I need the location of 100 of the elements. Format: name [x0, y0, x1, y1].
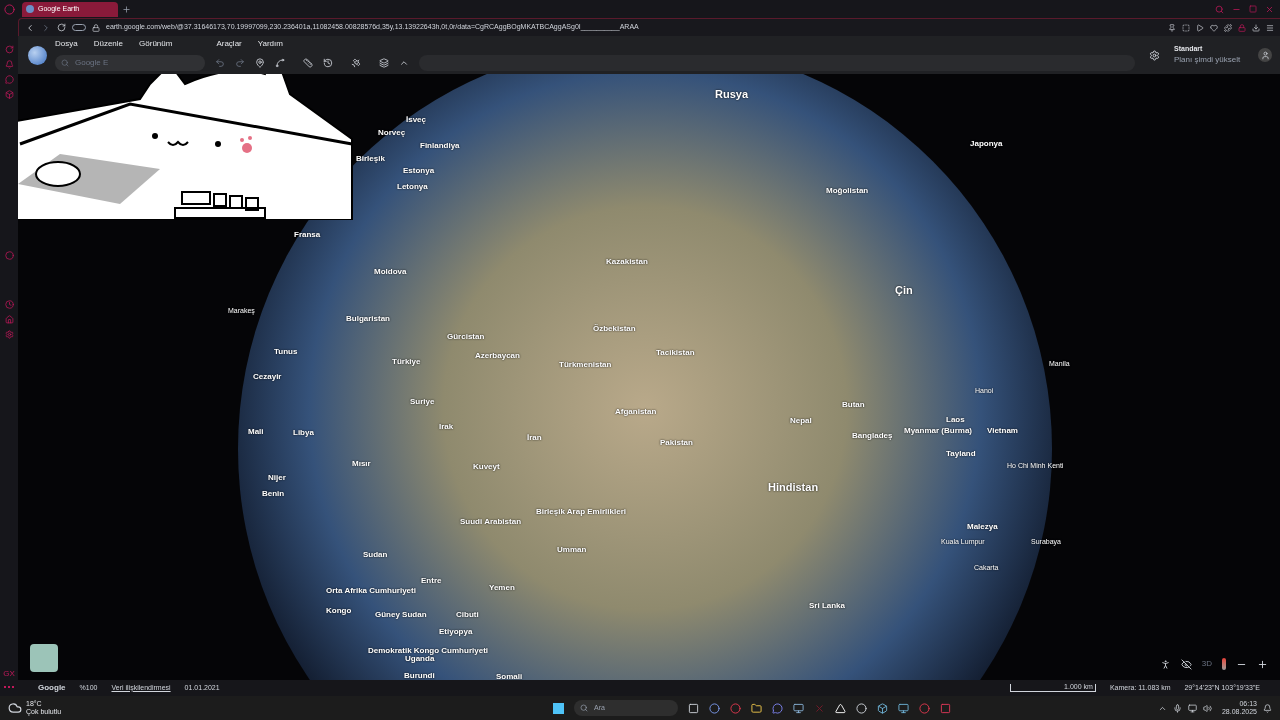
earth-logo-icon[interactable] — [28, 45, 47, 65]
lock-icon — [92, 23, 100, 32]
snapshot-icon[interactable] — [1182, 23, 1190, 32]
map-label: Moğolistan — [826, 185, 869, 197]
map-label: Benin — [262, 488, 285, 500]
map-label: Azerbaycan — [475, 350, 520, 362]
menu-item[interactable]: Dosya — [55, 38, 78, 50]
upgrade-link[interactable]: Planı şimdi yükselt — [1174, 54, 1250, 67]
map-thumbnail[interactable] — [30, 644, 58, 672]
map-label: Finlandiya — [420, 140, 460, 152]
satellite-icon[interactable] — [351, 58, 361, 68]
map-label: Entre — [421, 575, 442, 587]
menu-item[interactable]: Düzenle — [93, 38, 124, 50]
map-label: Kazakistan — [606, 256, 648, 268]
map-label: İsveç — [406, 114, 427, 126]
download-icon[interactable] — [1252, 23, 1260, 32]
menu-item[interactable]: Araçlar — [216, 38, 242, 50]
3d-toggle[interactable]: 3D — [1201, 658, 1212, 670]
map-label: Vietnam — [987, 425, 1018, 437]
person-icon[interactable] — [1159, 658, 1171, 670]
ruler-icon[interactable] — [303, 58, 313, 68]
map-label: Yemen — [489, 582, 515, 594]
map-label: Uganda — [405, 654, 435, 665]
map-label: Özbekistan — [593, 323, 636, 335]
map-label: Burundi — [404, 670, 435, 680]
menu-item[interactable]: Görünüm — [139, 38, 173, 50]
pin-icon[interactable] — [1168, 23, 1176, 32]
back-icon[interactable] — [25, 22, 35, 33]
map-label: Rusya — [715, 87, 749, 102]
reload-icon[interactable] — [57, 23, 66, 32]
placemark-icon[interactable] — [255, 58, 265, 68]
map-label: Moldova — [374, 266, 407, 278]
redo-icon[interactable] — [235, 58, 245, 68]
tilt-off-icon[interactable] — [1180, 658, 1192, 670]
map-label: Tacikistan — [656, 347, 695, 359]
map-label: Bulgaristan — [346, 313, 390, 325]
play-icon[interactable] — [1196, 23, 1204, 32]
map-label: Birleşik Arap Emirlikleri — [536, 506, 626, 518]
map-label: Suudi Arabistan — [460, 516, 522, 528]
undo-icon[interactable] — [215, 58, 225, 68]
map-label: Bangladeş — [852, 430, 893, 442]
taskbar-app-icon[interactable] — [897, 702, 909, 714]
brand-label: Google — [38, 682, 66, 694]
map-label: Tunus — [274, 346, 298, 358]
search-icon — [579, 704, 588, 712]
layers-icon[interactable] — [379, 58, 389, 68]
zoom-in-icon[interactable] — [1257, 658, 1268, 670]
search-icon — [61, 59, 69, 67]
network-icon[interactable] — [1187, 703, 1197, 713]
globe-icon — [26, 5, 34, 13]
compass-icon[interactable] — [1222, 658, 1226, 670]
map-label: Nijer — [268, 472, 286, 484]
map-label: Kuveyt — [473, 461, 500, 473]
avatar-icon[interactable] — [1258, 48, 1272, 62]
map-label: Türkmenistan — [559, 359, 612, 371]
microphone-icon[interactable] — [1172, 703, 1182, 713]
map-label: Birleşik — [356, 153, 385, 165]
map-label: Estonya — [403, 165, 435, 177]
map-label: Etiyopya — [439, 626, 473, 638]
path-icon[interactable] — [275, 58, 285, 68]
heart-icon[interactable] — [1210, 23, 1218, 32]
taskbar-app-icon[interactable] — [876, 702, 888, 714]
menu-icon[interactable] — [1266, 23, 1274, 32]
map-label: Mali — [248, 426, 264, 438]
map-label: Somali — [496, 671, 523, 680]
map-label: Letonya — [397, 181, 428, 193]
map-label: Demokratik Kongo Cumhuriyeti — [368, 645, 488, 655]
map-label: Nepal — [790, 415, 812, 427]
volume-icon[interactable] — [1202, 703, 1212, 713]
map-label: Kongo — [326, 605, 352, 617]
map-label: Fransa — [294, 229, 321, 241]
map-label: Mısır — [352, 458, 371, 470]
map-label: Libya — [293, 427, 314, 439]
start-icon[interactable] — [552, 702, 564, 714]
map-label: Tayland — [946, 448, 976, 460]
map-label: Norveç — [378, 127, 406, 139]
map-label: Sri Lanka — [809, 600, 845, 612]
weather-icon[interactable] — [8, 701, 22, 715]
map-label: Pakistan — [660, 437, 693, 449]
menu-item[interactable]: Yardım — [257, 38, 283, 50]
extensions-icon[interactable] — [1224, 23, 1232, 32]
notification-icon[interactable] — [1263, 703, 1272, 713]
map-label: Orta Afrika Cumhuriyeti — [326, 585, 416, 597]
map-label: Butan — [842, 399, 865, 411]
folder-icon[interactable] — [750, 702, 762, 714]
sidebar-label: GX — [3, 668, 15, 680]
map-label: Türkiye — [392, 356, 421, 368]
new-tab-icon[interactable] — [122, 4, 131, 14]
collapse-icon[interactable] — [399, 58, 409, 68]
map-label: İran — [527, 432, 542, 444]
map-label: Laos — [946, 414, 965, 426]
task-view-icon[interactable] — [687, 702, 699, 714]
map-label: Gürcistan — [447, 331, 485, 343]
map-label: Çin — [895, 283, 913, 298]
map-label: Irak — [439, 421, 454, 433]
taskbar-app-icon[interactable] — [792, 702, 804, 714]
map-label: Myanmar (Burma) — [904, 425, 972, 437]
map-label: Afganistan — [615, 406, 657, 418]
map-label: Malezya — [967, 521, 998, 533]
map-label: Cezayir — [253, 371, 282, 383]
